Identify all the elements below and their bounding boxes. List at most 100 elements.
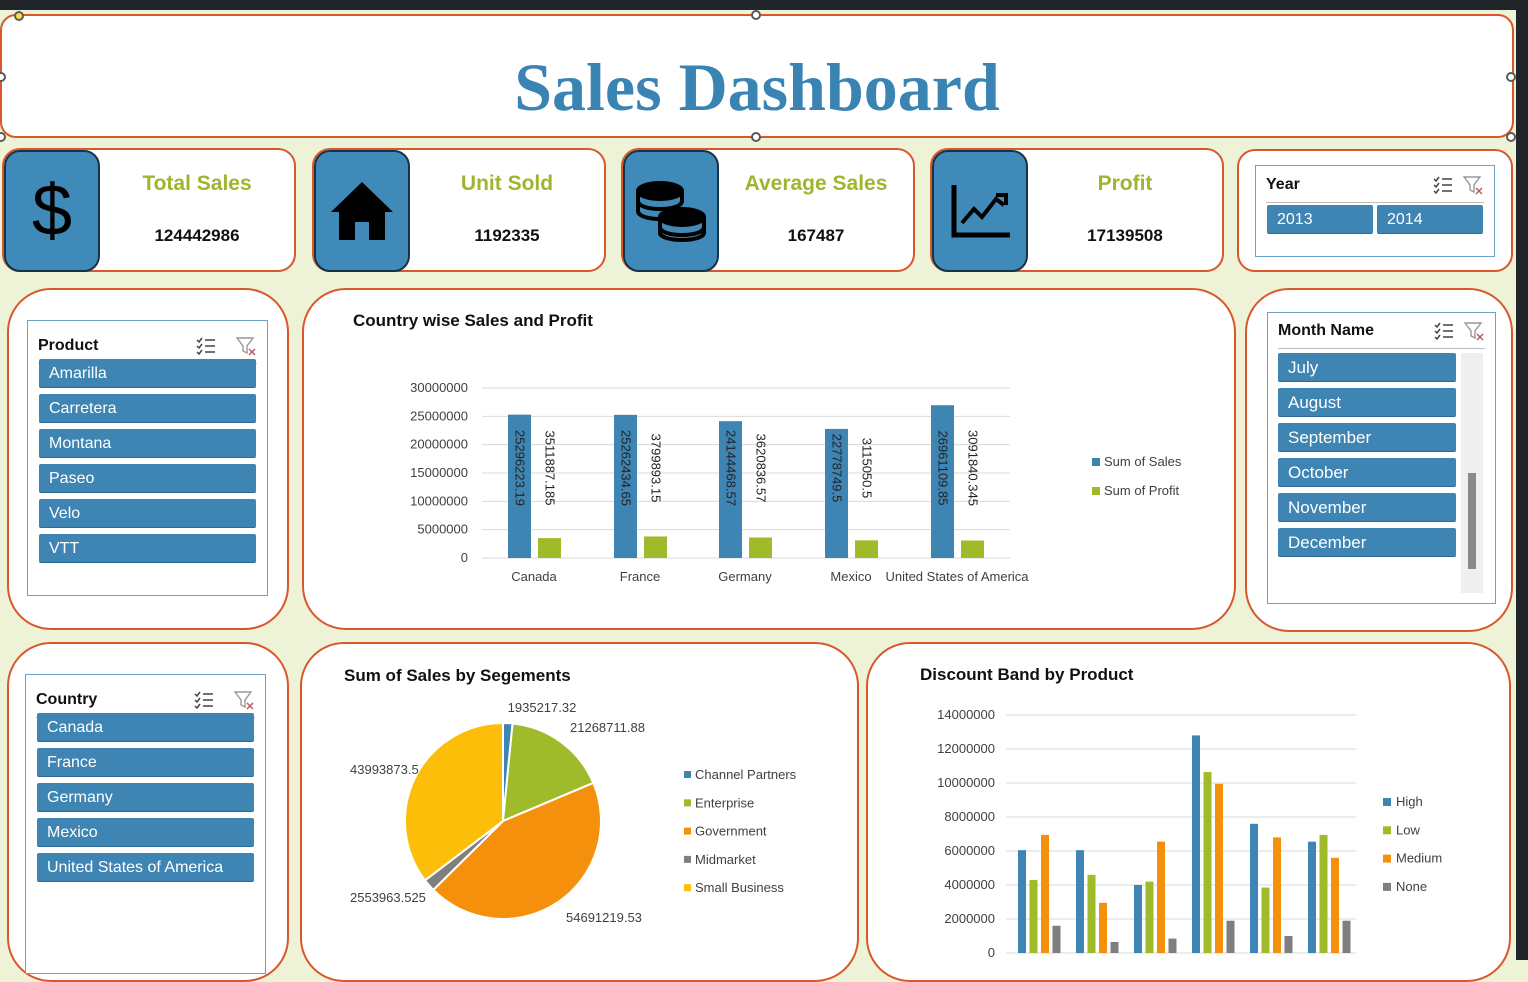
y-tick-label: 10000000	[410, 493, 468, 508]
data-label: 2553963.525	[350, 890, 426, 905]
multi-select-icon[interactable]	[1432, 174, 1454, 196]
slicer-item-germany[interactable]: Germany	[37, 783, 254, 812]
bar-none	[1342, 920, 1351, 953]
slicer-item-amarilla[interactable]: Amarilla	[39, 359, 256, 388]
data-label: 25262434.65	[619, 430, 634, 506]
segments-chart-card: Sum of Sales by Segements 1935217.32 Chan…	[300, 642, 859, 982]
x-tick-label: Mexico	[830, 569, 871, 584]
house-icon	[314, 150, 410, 272]
y-tick-label: 0	[988, 945, 995, 960]
kpi-value: 124442986	[154, 226, 240, 245]
data-label: 3620836.57	[754, 434, 769, 503]
bar-medium	[1041, 834, 1049, 953]
y-tick-label: 20000000	[410, 437, 468, 452]
legend-label: Medium	[1396, 851, 1442, 866]
month-slicer[interactable]: Month Name July August September October…	[1267, 312, 1496, 604]
resize-handle-bottom[interactable]	[751, 132, 761, 142]
kpi-card-average-sales: Average Sales 167487	[621, 148, 915, 272]
bar-profit	[855, 540, 878, 558]
resize-handle-bottom-left[interactable]	[0, 132, 6, 142]
slicer-item-december[interactable]: December	[1278, 528, 1456, 557]
legend-swatch	[1383, 854, 1391, 863]
clear-filter-icon[interactable]	[235, 335, 257, 357]
scrollbar-thumb[interactable]	[1468, 473, 1476, 569]
multi-select-icon[interactable]	[195, 335, 217, 357]
rotation-handle[interactable]	[14, 11, 24, 21]
slicer-item-august[interactable]: August	[1278, 388, 1456, 417]
bar-medium	[1215, 783, 1223, 953]
bar-medium	[1331, 857, 1339, 953]
resize-handle-bottom-right[interactable]	[1506, 132, 1516, 142]
slicer-header: Month Name	[1278, 318, 1485, 349]
bar-none	[1284, 936, 1293, 953]
x-tick-label: France	[620, 569, 660, 584]
legend-swatch	[684, 884, 691, 892]
bar-profit	[644, 536, 667, 558]
slicer-item-paseo[interactable]: Paseo	[39, 464, 256, 493]
slicer-item-september[interactable]: September	[1278, 423, 1456, 452]
kpi-label: Profit	[1097, 172, 1153, 195]
bar-medium	[1157, 841, 1165, 953]
slicer-item-usa[interactable]: United States of America	[37, 853, 254, 882]
y-tick-label: 25000000	[410, 408, 468, 423]
kpi-value: 167487	[787, 226, 845, 245]
legend-swatch	[1383, 798, 1391, 806]
slicer-scrollbar[interactable]	[1461, 353, 1483, 593]
bar-low	[1203, 771, 1212, 953]
slicer-item-mexico[interactable]: Mexico	[37, 818, 254, 847]
slicer-item-carretera[interactable]: Carretera	[39, 394, 256, 423]
bar-low	[1319, 834, 1328, 953]
data-label: 26961109.85	[936, 431, 951, 506]
legend-label: Low	[1396, 822, 1420, 837]
country-slicer[interactable]: Country Canada France Germany Mexico Uni…	[25, 674, 266, 974]
slicer-item-velo[interactable]: Velo	[39, 499, 256, 528]
discount-bar-chart: 0 2000000 4000000 6000000 8000000 10000000 120…	[937, 707, 1442, 960]
legend-label: Sum of Profit	[1104, 483, 1180, 498]
x-tick-label: United States of America	[885, 569, 1029, 584]
bar-high	[1076, 850, 1084, 953]
legend-swatch	[684, 771, 691, 778]
clear-filter-icon[interactable]	[233, 689, 255, 711]
discount-chart-card: Discount Band by Product 0 2000000 4000000…	[866, 642, 1511, 982]
slicer-item-october[interactable]: October	[1278, 458, 1456, 487]
slicer-item-november[interactable]: November	[1278, 493, 1456, 522]
bar-high	[1308, 841, 1316, 953]
clear-filter-icon[interactable]	[1462, 174, 1484, 196]
legend-label: Sum of Sales	[1104, 454, 1182, 469]
dollar-icon: $	[4, 150, 100, 272]
slicer-title: Month Name	[1278, 322, 1374, 339]
kpi-label: Unit Sold	[460, 172, 554, 195]
window-right-strip	[1516, 0, 1528, 960]
clear-filter-icon[interactable]	[1463, 320, 1485, 342]
kpi-card-profit: Profit 17139508	[930, 148, 1224, 272]
bar-high	[1134, 885, 1142, 953]
legend-swatch	[1092, 487, 1100, 495]
y-tick-label: 10000000	[937, 775, 995, 790]
legend-label: Midmarket	[695, 852, 756, 867]
slicer-item-montana[interactable]: Montana	[39, 429, 256, 458]
title-card[interactable]: Sales Dashboard	[0, 14, 1514, 138]
legend-label: Channel Partners	[695, 767, 797, 782]
slicer-item-canada[interactable]: Canada	[37, 713, 254, 742]
slicer-title: Year	[1266, 176, 1300, 193]
slicer-item-vtt[interactable]: VTT	[39, 534, 256, 563]
slicer-item-2013[interactable]: 2013	[1267, 205, 1373, 234]
slicer-item-france[interactable]: France	[37, 748, 254, 777]
year-slicer[interactable]: Year 2013 2014	[1255, 165, 1495, 257]
multi-select-icon[interactable]	[1433, 320, 1455, 342]
bar-profit	[961, 540, 984, 558]
resize-handle-right[interactable]	[1506, 72, 1516, 82]
product-slicer[interactable]: Product Amarilla Carretera Montana Paseo…	[27, 320, 268, 596]
y-tick-label: 12000000	[937, 741, 995, 756]
multi-select-icon[interactable]	[193, 689, 215, 711]
slicer-item-2014[interactable]: 2014	[1377, 205, 1483, 234]
bar-none	[1226, 920, 1235, 953]
data-label: 3115050.5	[860, 438, 875, 499]
product-slicer-card: Product Amarilla Carretera Montana Paseo…	[7, 288, 289, 630]
y-tick-label: 15000000	[410, 465, 468, 480]
data-label: 3799893.15	[649, 434, 664, 503]
trend-chart-icon	[932, 150, 1028, 272]
resize-handle-top[interactable]	[751, 10, 761, 20]
kpi-card-total-sales: $ Total Sales 124442986	[2, 148, 296, 272]
slicer-item-july[interactable]: July	[1278, 353, 1456, 382]
